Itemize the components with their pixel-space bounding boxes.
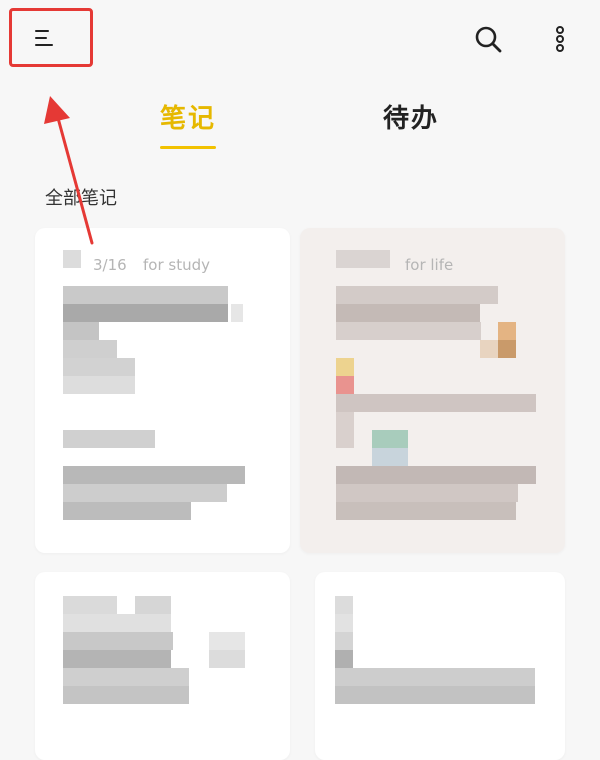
top-bar: [0, 0, 600, 80]
tab-bar: 笔记 待办: [0, 90, 600, 160]
section-label: 全部笔记: [45, 188, 117, 209]
more-vertical-icon: [556, 26, 564, 52]
tab-notes[interactable]: 笔记: [160, 98, 216, 135]
note-card[interactable]: 3/16 for study: [35, 228, 290, 553]
search-button[interactable]: [470, 21, 506, 57]
menu-button[interactable]: [25, 22, 65, 54]
active-tab-indicator: [160, 146, 216, 149]
note-tag: for study: [143, 256, 210, 274]
hamburger-menu-icon: [35, 28, 55, 48]
note-tag: for life: [405, 256, 454, 274]
note-card[interactable]: for life: [300, 228, 565, 553]
note-card[interactable]: [35, 572, 290, 760]
note-date: 3/16: [93, 256, 127, 274]
more-options-button[interactable]: [545, 20, 575, 60]
note-card[interactable]: [315, 572, 565, 760]
search-icon: [475, 26, 502, 53]
tab-todo[interactable]: 待办: [383, 98, 439, 135]
